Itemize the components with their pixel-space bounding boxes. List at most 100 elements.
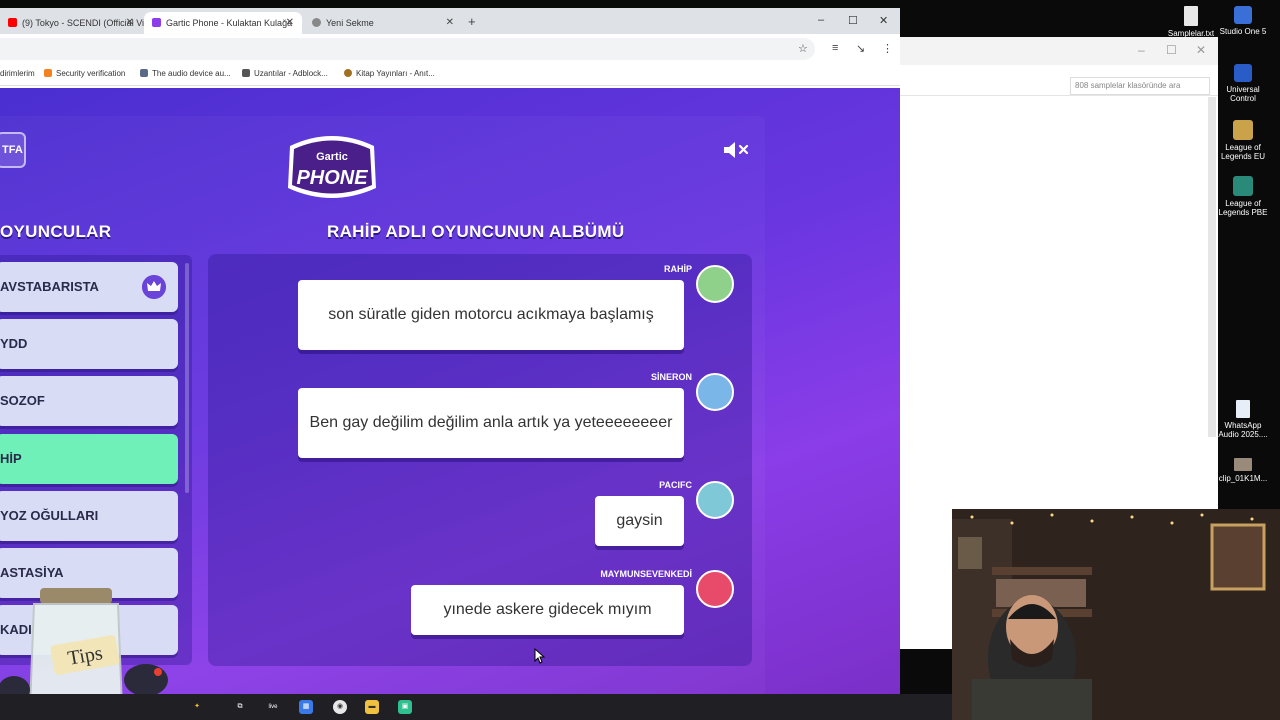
album-author: PACIFC [659, 480, 692, 490]
league-of-legends-pbe-icon [1233, 176, 1253, 196]
album-author: RAHİP [663, 264, 692, 274]
avatar [696, 265, 734, 303]
bookmark-label: Kitap Yayınları - Anıt... [356, 69, 435, 78]
media-controls-icon[interactable]: ≡ [832, 42, 838, 54]
avatar [696, 481, 734, 519]
sparkle-icon[interactable]: ✦ [190, 700, 204, 714]
live-icon[interactable]: live [266, 700, 280, 714]
tab-label: Yeni Sekme [326, 18, 374, 28]
player-list-scrollbar[interactable] [185, 263, 189, 493]
desktop-icon-label: clip_01K1M... [1218, 474, 1268, 483]
browser-menu-icon[interactable]: ⋮ [882, 42, 893, 55]
player-row[interactable]: AVSTABARISTA [0, 262, 178, 312]
explorer-scrollbar[interactable] [1208, 97, 1216, 437]
explorer-maximize-button[interactable]: ☐ [1166, 43, 1177, 57]
book-icon [344, 69, 352, 77]
player-row[interactable]: HİP [0, 434, 178, 484]
taskbar: ✦ ⧉ live ▦ ◉ ▬ ▣ [0, 694, 955, 720]
text-file-icon [1184, 6, 1198, 26]
video-file-icon [1234, 458, 1252, 471]
bookmark-item[interactable]: Security verification [44, 69, 125, 78]
players-heading: OYUNCULAR [0, 222, 112, 241]
tab-tokyo[interactable]: (9) Tokyo - SCENDI (Official Vid ✕ [0, 12, 149, 34]
page-icon [140, 69, 148, 77]
desktop-icon-samplelar[interactable]: Samplelar.txt [1162, 6, 1220, 38]
explorer-search-input[interactable]: 808 samplelar klasöründe ara [1070, 77, 1210, 95]
player-name: ASTASİYA [0, 565, 64, 580]
album-message: gaysin [595, 496, 684, 546]
gartic-icon [152, 18, 161, 27]
album-message: Ben gay değilim değilim anla artık ya ye… [298, 388, 684, 458]
player-row[interactable]: YOZ OĞULLARI [0, 491, 178, 541]
player-name: YOZ OĞULLARI [0, 508, 99, 523]
mouse-cursor-icon [534, 648, 546, 664]
desktop-icon-label: League of Legends PBE [1218, 199, 1268, 217]
youtube-icon [8, 18, 17, 27]
player-row[interactable]: SOZOF [0, 376, 178, 426]
chrome-icon[interactable]: ◉ [333, 700, 347, 714]
bookmark-item[interactable]: dirimlerim [0, 69, 35, 78]
player-name: HİP [0, 451, 22, 466]
new-tab-button[interactable]: + [468, 14, 476, 29]
tab-close-icon[interactable]: ✕ [446, 17, 454, 28]
tab-new-tab[interactable]: Yeni Sekme ✕ [304, 12, 462, 34]
browser-toolbar: ☆ ≡ ↘ ⋮ [0, 34, 900, 64]
desktop-icon-clip[interactable]: clip_01K1M... [1214, 458, 1272, 483]
player-row[interactable]: YDD [0, 319, 178, 369]
bookmark-item[interactable]: Kitap Yayınları - Anıt... [344, 69, 435, 78]
album-author: MAYMUNSEVENKEDİ [600, 569, 692, 579]
address-bar[interactable] [0, 38, 815, 60]
bookmark-item[interactable]: Uzantılar - Adblock... [242, 69, 328, 78]
bookmark-label: Uzantılar - Adblock... [254, 69, 328, 78]
webcam-overlay [952, 509, 1280, 720]
explorer-close-button[interactable]: ✕ [1196, 43, 1206, 57]
crown-icon [142, 275, 166, 299]
task-view-icon[interactable]: ⧉ [233, 700, 247, 714]
extensions-icon[interactable]: ↘ [856, 42, 865, 55]
tab-close-icon[interactable]: ✕ [126, 17, 134, 28]
browser-minimize-button[interactable]: – [818, 14, 824, 26]
universal-control-icon [1234, 64, 1252, 82]
audio-file-icon [1236, 400, 1250, 418]
desktop-icon-label: League of Legends EU [1220, 143, 1266, 161]
bookmark-item[interactable]: The audio device au... [140, 69, 231, 78]
tab-gartic-phone[interactable]: Gartic Phone - Kulaktan Kulağa ✕ [144, 12, 302, 34]
desktop-icon-studio-one[interactable]: Studio One 5 [1214, 6, 1272, 36]
browser-close-button[interactable]: ✕ [879, 14, 888, 27]
player-name: AVSTABARISTA [0, 279, 99, 294]
gartic-phone-logo: Gartic PHONE [288, 136, 376, 198]
logo-line2: PHONE [296, 167, 368, 189]
tab-label: Gartic Phone - Kulaktan Kulağa [166, 18, 293, 28]
album-message: son süratle giden motorcu acıkmaya başla… [298, 280, 684, 350]
folder-icon[interactable]: ▬ [365, 700, 379, 714]
bookmark-label: dirimlerim [0, 69, 35, 78]
desktop-icon-lol-pbe[interactable]: League of Legends PBE [1214, 176, 1272, 217]
chrome-icon [312, 18, 321, 27]
desktop-icon-label: Universal Control [1226, 85, 1260, 103]
player-name: SOZOF [0, 393, 45, 408]
bookmark-label: The audio device au... [152, 69, 231, 78]
album-message: yınede askere gidecek mıyım [411, 585, 684, 635]
logo-line1: Gartic [316, 151, 348, 163]
browser-maximize-button[interactable]: ☐ [848, 14, 858, 27]
desktop-icon-label: Studio One 5 [1219, 27, 1267, 36]
desktop-icon-universal-control[interactable]: Universal Control [1214, 64, 1272, 103]
tab-close-icon[interactable]: ✕ [286, 17, 294, 28]
puzzle-icon [242, 69, 250, 77]
avatar [696, 373, 734, 411]
store-icon[interactable]: ▦ [299, 700, 313, 714]
album-author: SİNERON [650, 372, 692, 382]
cloudflare-icon [44, 69, 52, 77]
desktop-icon-label: WhatsApp Audio 2025.... [1218, 421, 1268, 439]
bookmark-star-icon[interactable]: ☆ [798, 42, 808, 55]
desktop-icon-whatsapp-audio[interactable]: WhatsApp Audio 2025.... [1214, 400, 1272, 439]
explorer-minimize-button[interactable]: – [1138, 43, 1145, 57]
tab-strip: (9) Tokyo - SCENDI (Official Vid ✕ Garti… [0, 8, 900, 34]
desktop-icon-lol-eu[interactable]: League of Legends EU [1214, 120, 1272, 161]
speaker-muted-icon[interactable] [722, 140, 752, 160]
language-button[interactable]: TFA [0, 132, 26, 168]
studio-one-icon [1234, 6, 1252, 24]
app-icon[interactable]: ▣ [398, 700, 412, 714]
album-heading: RAHİP ADLI OYUNCUNUN ALBÜMÜ [327, 222, 625, 241]
bookmark-label: Security verification [56, 69, 126, 78]
